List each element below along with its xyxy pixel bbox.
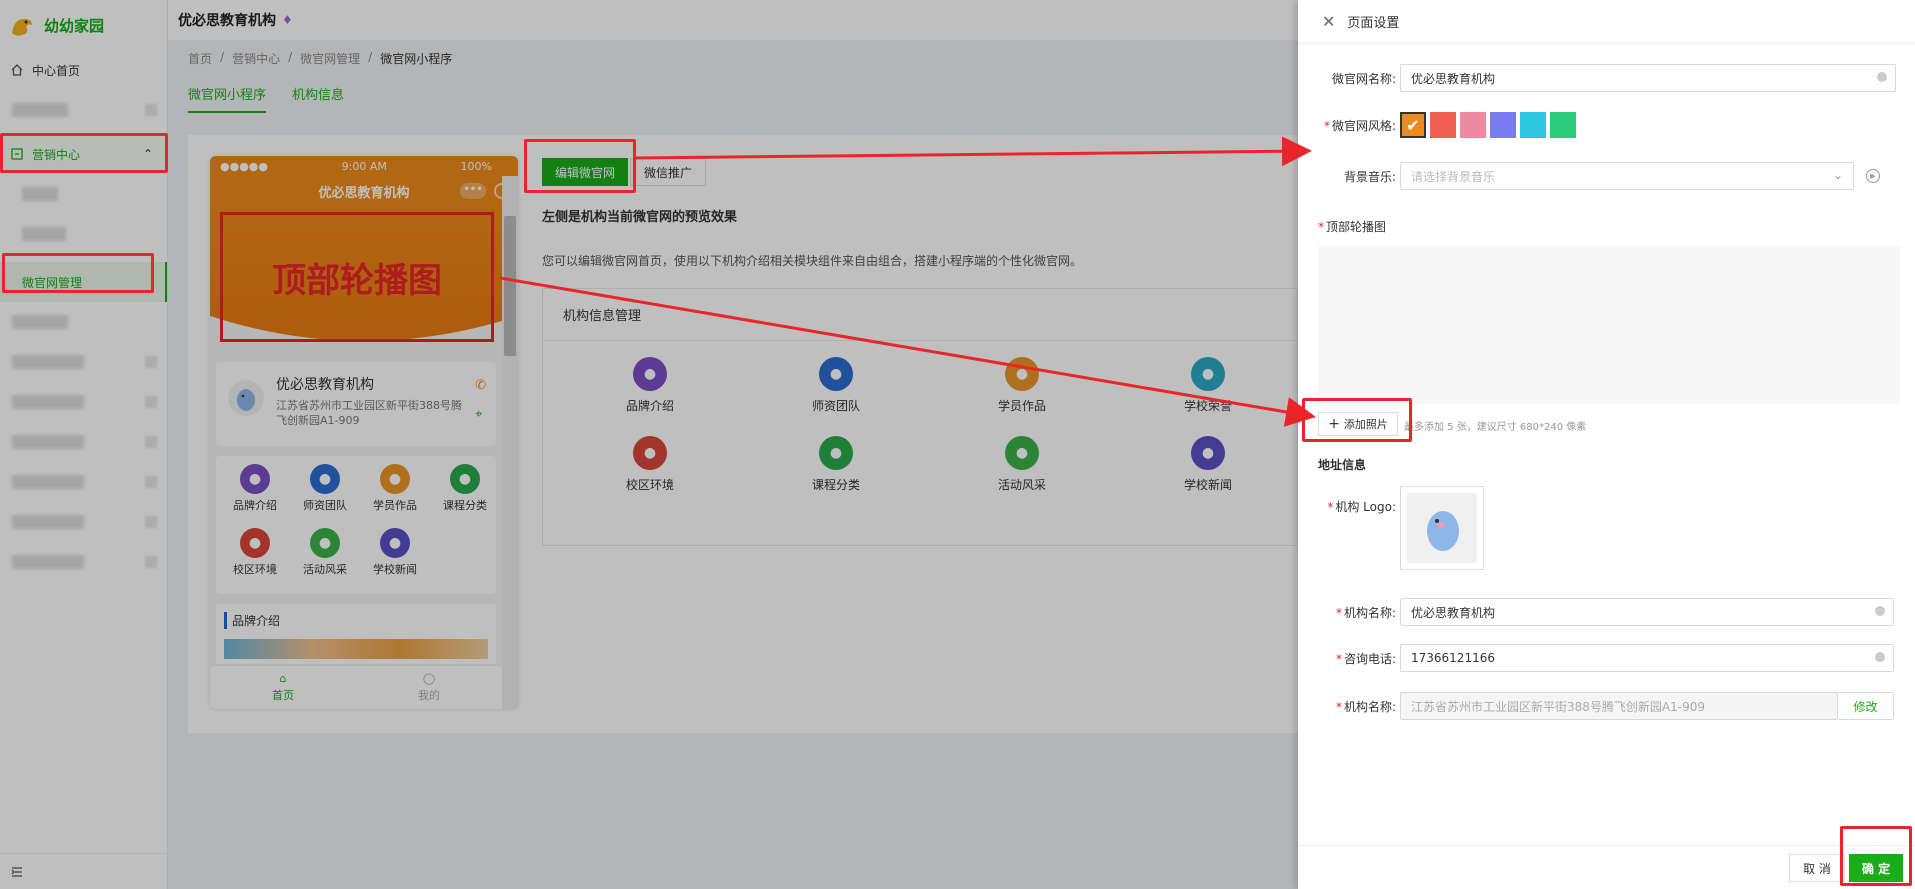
music-row: 背景音乐: 请选择背景音乐 ⌄ ▶ [1298, 162, 1915, 190]
logo-upload[interactable] [1400, 486, 1484, 570]
annotation-box-add-photo [1302, 398, 1412, 442]
play-icon[interactable]: ▶ [1866, 169, 1880, 183]
phone-value: 17366121166 [1411, 651, 1495, 665]
phone-label: * 咨询电话: [1335, 651, 1396, 666]
drawer-header: ✕ 页面设置 [1298, 0, 1915, 44]
site-name-label: 微官网名称: [1331, 71, 1396, 86]
drawer-footer: 取 消 确 定 [1298, 845, 1915, 889]
style-swatch[interactable] [1460, 112, 1486, 138]
address-value: 江苏省苏州市工业园区新平街388号腾飞创新园A1-909 [1411, 699, 1705, 714]
modal-backdrop[interactable] [0, 0, 1298, 889]
music-label: 背景音乐: [1343, 169, 1396, 184]
modify-address-button[interactable]: 修改 [1838, 692, 1894, 720]
annotation-box-marketing [0, 133, 168, 173]
annotation-box-confirm [1840, 826, 1912, 886]
org-name-label: * 机构名称: [1335, 605, 1396, 620]
logo-row: * 机构 Logo: [1298, 486, 1915, 570]
style-swatch[interactable] [1430, 112, 1456, 138]
site-style-row: * 微官网风格: ✔ [1298, 112, 1915, 138]
phone-row: * 咨询电话: 17366121166 [1298, 644, 1915, 672]
music-placeholder: 请选择背景音乐 [1411, 169, 1496, 184]
clear-icon[interactable] [1877, 72, 1887, 82]
style-swatch[interactable]: ✔ [1400, 112, 1426, 138]
page-settings-drawer: ✕ 页面设置 微官网名称: 优必思教育机构 * 微官网风格: ✔ 背景音乐: 请选… [1298, 0, 1915, 889]
style-swatch[interactable] [1550, 112, 1576, 138]
clear-icon[interactable] [1875, 652, 1885, 662]
address-section-title: 地址信息 [1318, 458, 1367, 472]
close-icon[interactable]: ✕ [1322, 12, 1335, 31]
carousel-label: * 顶部轮播图 [1318, 220, 1387, 234]
style-swatch[interactable] [1520, 112, 1546, 138]
logo-label: * 机构 Logo: [1327, 500, 1396, 514]
annotation-box-microsite [2, 253, 154, 293]
address-input: 江苏省苏州市工业园区新平街388号腾飞创新园A1-909 [1400, 692, 1838, 720]
org-name-row: * 机构名称: 优必思教育机构 [1298, 598, 1915, 626]
carousel-upload-area[interactable] [1318, 246, 1900, 404]
annotation-box-edit-button [524, 139, 636, 193]
address-row: * 机构名称: 江苏省苏州市工业园区新平街388号腾飞创新园A1-909 修改 [1298, 692, 1915, 720]
chevron-down-icon: ⌄ [1832, 168, 1843, 182]
site-name-value: 优必思教育机构 [1411, 71, 1496, 86]
site-style-label: * 微官网风格: [1323, 118, 1396, 133]
style-swatches: ✔ [1400, 112, 1580, 138]
style-swatch[interactable] [1490, 112, 1516, 138]
cancel-button[interactable]: 取 消 [1789, 854, 1845, 882]
site-name-row: 微官网名称: 优必思教育机构 [1298, 64, 1915, 92]
org-name-value: 优必思教育机构 [1411, 605, 1496, 620]
logo-image [1407, 493, 1477, 563]
check-icon: ✔ [1406, 115, 1420, 135]
clear-icon[interactable] [1875, 606, 1885, 616]
phone-input[interactable]: 17366121166 [1400, 644, 1894, 672]
music-select[interactable]: 请选择背景音乐 ⌄ [1400, 162, 1854, 190]
drawer-title: 页面设置 [1347, 16, 1400, 31]
upload-hint: 最多添加 5 张，建议尺寸 680*240 像素 [1404, 422, 1587, 433]
site-name-input[interactable]: 优必思教育机构 [1400, 64, 1896, 92]
org-name-input[interactable]: 优必思教育机构 [1400, 598, 1894, 626]
address-label: * 机构名称: [1335, 699, 1396, 714]
